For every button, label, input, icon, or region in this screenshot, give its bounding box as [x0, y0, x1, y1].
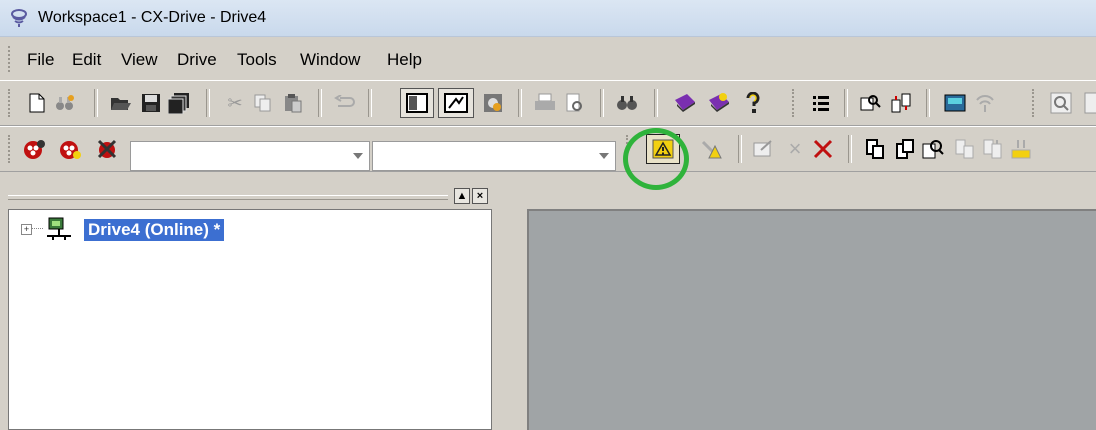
toolbar-grip[interactable] [792, 89, 798, 117]
tree-connector [31, 228, 43, 229]
menu-file[interactable]: File [27, 50, 54, 70]
toolbar-separator [94, 89, 98, 117]
pane-header: ▲ × [8, 186, 492, 208]
download-icon[interactable] [862, 136, 888, 162]
tree-item-drive4[interactable]: Drive4 (Online) * [84, 219, 225, 241]
book-star-icon[interactable] [706, 90, 732, 116]
menubar-grip[interactable] [8, 46, 14, 72]
menu-bar [0, 40, 1096, 78]
toolbar-separator [738, 135, 742, 163]
toolbar-separator [926, 89, 930, 117]
menu-view[interactable]: View [121, 50, 158, 70]
list-icon[interactable] [808, 90, 834, 116]
layout-icon[interactable] [400, 88, 434, 118]
menu-window[interactable]: Window [300, 50, 360, 70]
help-icon[interactable] [740, 90, 766, 116]
drive-icon [47, 217, 71, 240]
copy-icon[interactable] [250, 90, 276, 116]
workspace-area[interactable] [527, 209, 1096, 430]
edit-icon[interactable] [750, 136, 776, 162]
parameter-select[interactable] [372, 141, 616, 171]
highlight-circle [623, 128, 689, 190]
delete-icon[interactable] [810, 136, 836, 162]
window-title: Workspace1 - CX-Drive - Drive4 [38, 9, 267, 26]
menu-tools[interactable]: Tools [237, 50, 277, 70]
drive-toolbar: × [0, 126, 1096, 172]
pane-splitter[interactable] [494, 186, 526, 430]
pane-grip[interactable] [8, 195, 448, 200]
import-icon[interactable] [980, 136, 1006, 162]
stop-icon[interactable] [94, 136, 120, 162]
toolbar-separator [318, 89, 322, 117]
search-icon[interactable] [1048, 90, 1074, 116]
toolbar-grip[interactable] [8, 135, 14, 163]
close-pane-button[interactable]: × [472, 188, 488, 204]
upload-icon[interactable] [892, 136, 918, 162]
toolbar-separator [654, 89, 658, 117]
new-document-icon[interactable] [24, 90, 50, 116]
workspace-tree: + Drive4 (Online) * [8, 209, 492, 430]
toolbar-grip[interactable] [8, 89, 14, 117]
expand-toggle[interactable]: + [21, 224, 32, 235]
compare-icon[interactable] [920, 136, 946, 162]
app-icon[interactable] [10, 8, 28, 28]
disconnect-icon[interactable] [58, 136, 84, 162]
toolbar-separator [206, 89, 210, 117]
toolbar-separator [368, 89, 372, 117]
menu-help[interactable]: Help [387, 50, 422, 70]
menu-drive[interactable]: Drive [177, 50, 217, 70]
toolbar-separator [600, 89, 604, 117]
undo-icon[interactable] [332, 90, 358, 116]
wifi-icon[interactable] [972, 90, 998, 116]
connect-icon[interactable] [22, 136, 48, 162]
title-bar: Workspace1 - CX-Drive - Drive4 [0, 0, 1096, 37]
open-folder-icon[interactable] [108, 90, 134, 116]
view-icon[interactable] [952, 136, 978, 162]
save-icon[interactable] [138, 90, 164, 116]
cut-icon[interactable]: ✂ [222, 90, 248, 116]
print-preview-icon[interactable] [562, 90, 588, 116]
monitor-icon[interactable] [858, 90, 884, 116]
settings-icon[interactable] [480, 90, 506, 116]
standard-toolbar: ✂ [0, 80, 1096, 126]
zoom-window-icon[interactable] [438, 88, 474, 118]
save-all-icon[interactable] [166, 90, 192, 116]
device-select[interactable] [130, 141, 370, 171]
paste-icon[interactable] [280, 90, 306, 116]
binoculars-icon[interactable] [52, 90, 78, 116]
toolbar-separator [518, 89, 522, 117]
calculator-icon[interactable] [942, 90, 968, 116]
toolbar-separator [844, 89, 848, 117]
find-icon[interactable] [614, 90, 640, 116]
close-icon[interactable]: × [782, 136, 808, 162]
menu-edit[interactable]: Edit [72, 50, 101, 70]
print-icon[interactable] [532, 90, 558, 116]
book-icon[interactable] [672, 90, 698, 116]
export-icon[interactable] [1008, 136, 1034, 162]
more-icon[interactable] [1078, 90, 1096, 116]
maximize-pane-button[interactable]: ▲ [454, 188, 470, 204]
chevron-down-icon[interactable] [599, 153, 609, 159]
toolbar-separator [848, 135, 852, 163]
tune-icon[interactable] [698, 136, 724, 162]
toolbar-grip[interactable] [1032, 89, 1038, 117]
transfer-icon[interactable] [888, 90, 914, 116]
chevron-down-icon[interactable] [353, 153, 363, 159]
